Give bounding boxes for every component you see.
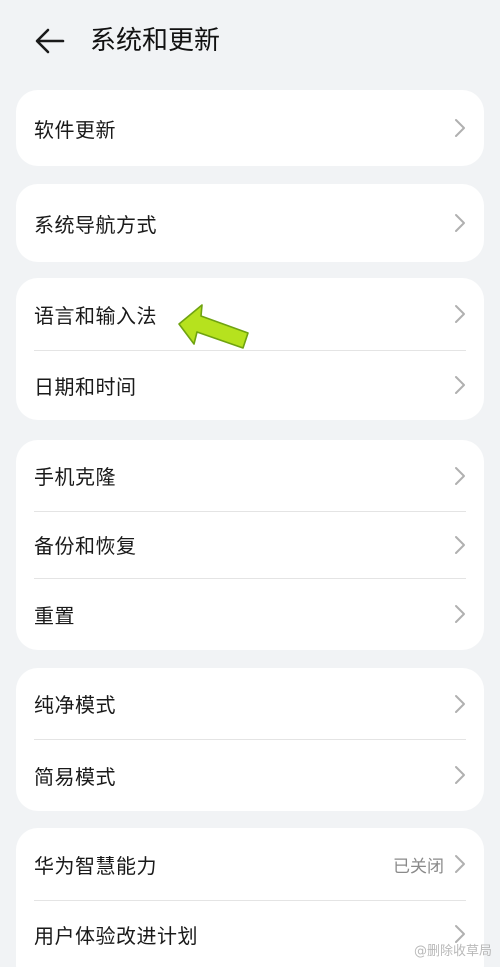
row-reset[interactable]: 重置 [16, 578, 484, 650]
settings-card-navigation: 系统导航方式 [16, 184, 484, 262]
chevron-right-icon [454, 466, 466, 486]
chevron-right-icon [454, 535, 466, 555]
back-button[interactable] [30, 22, 70, 60]
row-label: 华为智慧能力 [34, 853, 157, 878]
chevron-right-icon [454, 118, 466, 138]
row-phone-clone[interactable]: 手机克隆 [16, 440, 484, 511]
settings-card-language: 语言和输入法 日期和时间 [16, 278, 484, 420]
status-value: 已关闭 [393, 856, 444, 877]
row-system-navigation[interactable]: 系统导航方式 [16, 184, 484, 262]
settings-card-backup: 手机克隆 备份和恢复 重置 [16, 440, 484, 650]
settings-card-modes: 纯净模式 简易模式 [16, 668, 484, 811]
row-label: 日期和时间 [34, 374, 137, 399]
row-label: 简易模式 [34, 764, 116, 789]
chevron-right-icon [454, 304, 466, 324]
chevron-right-icon [454, 213, 466, 233]
settings-page: 系统和更新 软件更新 系统导航方式 语言和输入法 日期和时间 手机克隆 备份和恢… [0, 0, 500, 967]
row-language-input[interactable]: 语言和输入法 [16, 278, 484, 350]
row-label: 手机克隆 [34, 465, 116, 489]
row-label: 用户体验改进计划 [34, 923, 198, 948]
header: 系统和更新 [0, 0, 500, 82]
row-huawei-intelligence[interactable]: 华为智慧能力 已关闭 [16, 828, 484, 900]
page-title: 系统和更新 [90, 26, 221, 56]
chevron-right-icon [454, 765, 466, 785]
chevron-right-icon [454, 694, 466, 714]
row-backup-restore[interactable]: 备份和恢复 [16, 511, 484, 578]
row-label: 语言和输入法 [34, 303, 157, 328]
settings-card-software: 软件更新 [16, 90, 484, 166]
row-simple-mode[interactable]: 简易模式 [16, 739, 484, 811]
arrow-left-icon [35, 28, 65, 54]
chevron-right-icon [454, 854, 466, 874]
row-label: 重置 [34, 603, 75, 628]
watermark-text: @删除收草局 [413, 944, 492, 959]
row-label: 系统导航方式 [34, 212, 157, 237]
row-date-time[interactable]: 日期和时间 [16, 350, 484, 420]
row-label: 软件更新 [34, 117, 116, 142]
chevron-right-icon [454, 604, 466, 624]
chevron-right-icon [454, 375, 466, 395]
row-pure-mode[interactable]: 纯净模式 [16, 668, 484, 739]
row-label: 纯净模式 [34, 693, 116, 717]
watermark: @删除收草局 [414, 940, 492, 959]
row-software-update[interactable]: 软件更新 [16, 90, 484, 166]
row-label: 备份和恢复 [34, 534, 137, 558]
